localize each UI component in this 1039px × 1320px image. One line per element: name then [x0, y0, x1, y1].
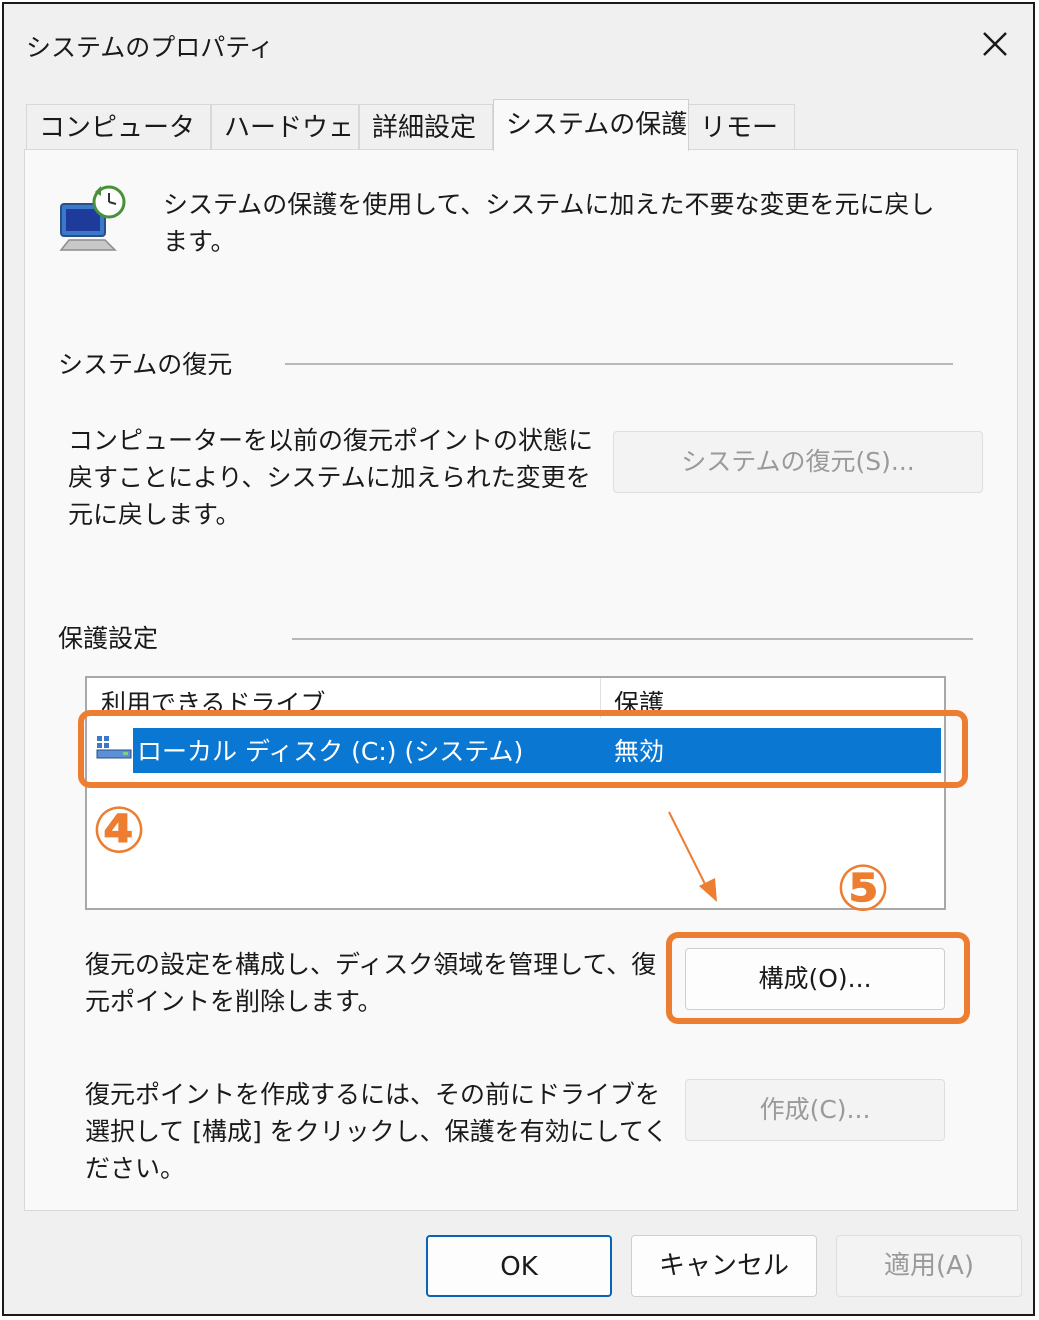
tab-hardware[interactable]: ハードウェア [211, 104, 359, 189]
create-button[interactable]: 作成(C)... [685, 1079, 945, 1141]
system-restore-description: コンピューターを以前の復元ポイントの状態に戻すことにより、システムに加えられた変… [68, 426, 594, 529]
dialog-title: システムのプロパティ [26, 33, 274, 62]
group-divider [285, 363, 953, 365]
system-restore-group-title: システムの復元 [58, 350, 233, 379]
system-properties-dialog: システムのプロパティ コンピューター名 ハードウェア 詳細設定 システムの保護 … [2, 2, 1035, 1316]
system-protection-icon [57, 182, 131, 256]
step-marker-4: ④ [92, 794, 147, 868]
tab-computer-name[interactable]: コンピューター名 [26, 104, 211, 189]
annotation-arrow-icon [668, 811, 717, 902]
system-restore-button[interactable]: システムの復元(S)... [613, 431, 983, 493]
title-bar: システムのプロパティ [4, 4, 1033, 86]
close-icon [983, 32, 1007, 56]
tab-remote[interactable]: リモート [687, 104, 795, 189]
close-button[interactable] [975, 24, 1015, 64]
tab-advanced[interactable]: 詳細設定 [359, 104, 493, 150]
tab-system-protection[interactable]: システムの保護 [493, 99, 689, 151]
drive-highlight-box [78, 710, 968, 788]
step-marker-5: ⑤ [836, 852, 891, 926]
configure-highlight-box [666, 932, 970, 1024]
ok-button[interactable]: OK [426, 1235, 612, 1297]
intro-text: システムの保護を使用して、システムに加えた不要な変更を元に戻します。 [163, 190, 935, 256]
apply-button[interactable]: 適用(A) [836, 1235, 1022, 1297]
create-description: 復元ポイントを作成するには、その前にドライブを選択して [構成] をクリックし、… [85, 1080, 669, 1183]
protection-settings-group-title: 保護設定 [58, 624, 159, 653]
configure-description: 復元の設定を構成し、ディスク領域を管理して、復元ポイントを削除します。 [85, 950, 657, 1016]
system-protection-panel: システムの保護を使用して、システムに加えた不要な変更を元に戻します。 システムの… [24, 149, 1018, 1211]
cancel-button[interactable]: キャンセル [631, 1235, 817, 1297]
group-divider [292, 638, 973, 640]
